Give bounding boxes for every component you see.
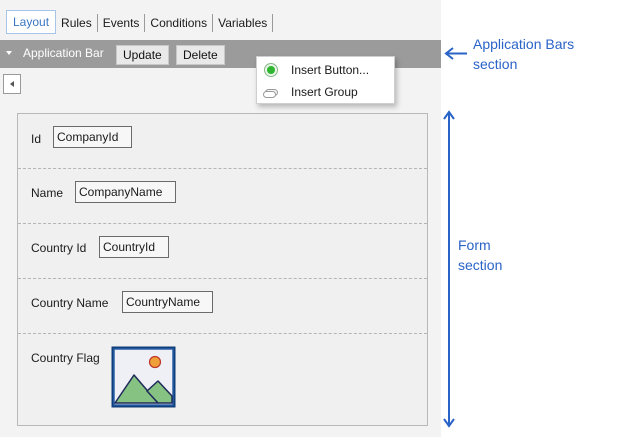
annotation-line: section — [473, 56, 518, 72]
annotation-line: Form — [458, 237, 491, 253]
annotation-line: Application Bars — [473, 36, 575, 52]
annotation-form: Form section — [458, 235, 502, 275]
annotation-app-bars: Application Bars section — [473, 34, 574, 74]
annotation-line: section — [458, 257, 503, 273]
